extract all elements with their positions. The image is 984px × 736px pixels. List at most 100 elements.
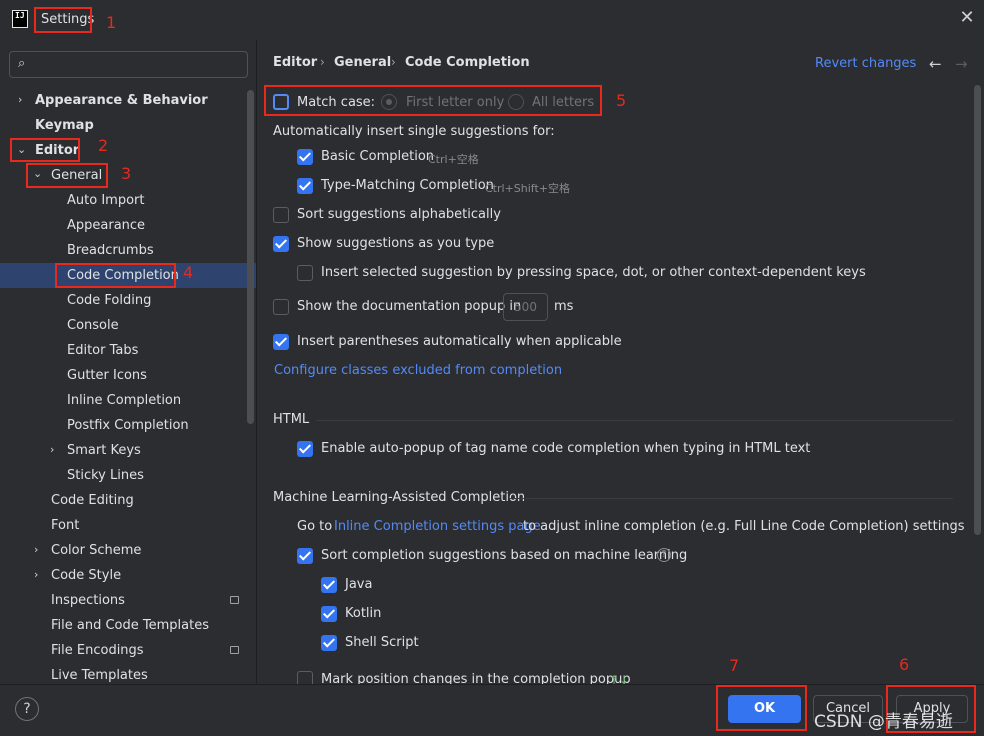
breadcrumb-general[interactable]: General xyxy=(334,55,391,70)
sidebar-item-label: File Encodings xyxy=(51,643,144,658)
forward-arrow-icon[interactable]: → xyxy=(955,55,968,73)
chevron-right-icon[interactable]: › xyxy=(50,443,54,456)
project-scope-icon xyxy=(230,646,239,654)
annotation-number-1: 1 xyxy=(106,13,117,32)
mark-position-label: Mark position changes in the completion … xyxy=(321,672,631,684)
annotation-number-7: 7 xyxy=(729,656,740,675)
sidebar-item-label: Appearance xyxy=(67,218,146,233)
sidebar-item-editor-tabs[interactable]: Editor Tabs xyxy=(67,338,138,363)
chevron-right-icon[interactable]: › xyxy=(34,543,38,556)
doc-popup-checkbox[interactable] xyxy=(273,299,289,315)
annotation-number-3: 3 xyxy=(121,164,132,183)
sidebar-item-console[interactable]: Console xyxy=(67,313,119,338)
java-checkbox[interactable] xyxy=(321,577,337,593)
sidebar-item-auto-import[interactable]: Auto Import xyxy=(67,188,144,213)
breadcrumb-editor[interactable]: Editor xyxy=(273,55,317,70)
sidebar-item-smart-keys[interactable]: Smart Keys xyxy=(67,438,141,463)
insert-parens-checkbox[interactable] xyxy=(273,334,289,350)
doc-popup-unit: ms xyxy=(554,299,574,314)
intellij-logo-icon: IJ xyxy=(12,10,28,28)
doc-popup-label: Show the documentation popup in xyxy=(297,299,522,314)
close-icon[interactable]: ✕ xyxy=(958,9,976,27)
sidebar-item-appearance[interactable]: Appearance xyxy=(67,213,145,238)
goto-prefix: Go to xyxy=(297,519,333,534)
sidebar-item-code-style[interactable]: Code Style xyxy=(51,563,121,588)
sidebar-item-appearance-behavior[interactable]: Appearance & Behavior xyxy=(35,88,208,113)
sort-ml-checkbox[interactable] xyxy=(297,548,313,564)
annotation-number-2: 2 xyxy=(98,136,109,155)
sidebar-item-sticky-lines[interactable]: Sticky Lines xyxy=(67,463,144,488)
configure-excluded-link[interactable]: Configure classes excluded from completi… xyxy=(274,363,562,378)
basic-completion-label: Basic Completion xyxy=(321,149,435,164)
sidebar-item-code-folding[interactable]: Code Folding xyxy=(67,288,151,313)
help-icon[interactable]: ? xyxy=(657,548,671,562)
basic-completion-checkbox[interactable] xyxy=(297,149,313,165)
help-icon[interactable]: ? xyxy=(15,697,39,721)
sidebar-item-breadcrumbs[interactable]: Breadcrumbs xyxy=(67,238,154,263)
sort-alphabetically-checkbox[interactable] xyxy=(273,207,289,223)
back-arrow-icon[interactable]: ← xyxy=(929,55,942,73)
sidebar-item-label: Keymap xyxy=(35,118,94,133)
revert-changes-link[interactable]: Revert changes xyxy=(815,56,916,71)
inline-completion-settings-link[interactable]: Inline Completion settings page xyxy=(334,519,541,534)
sidebar-item-postfix-completion[interactable]: Postfix Completion xyxy=(67,413,189,438)
html-section-title: HTML xyxy=(273,412,310,427)
sidebar-item-label: Font xyxy=(51,518,80,533)
chevron-right-icon[interactable]: › xyxy=(18,93,22,106)
insert-parens-label: Insert parentheses automatically when ap… xyxy=(297,334,622,349)
auto-insert-heading: Automatically insert single suggestions … xyxy=(273,124,555,139)
html-auto-popup-checkbox[interactable] xyxy=(297,441,313,457)
sidebar-item-label: File and Code Templates xyxy=(51,618,209,633)
basic-completion-shortcut: Ctrl+空格 xyxy=(428,153,479,166)
annotation-number-6: 6 xyxy=(899,655,910,674)
divider xyxy=(316,420,953,421)
content-scrollbar[interactable] xyxy=(974,85,981,535)
sidebar-item-label: Editor Tabs xyxy=(67,343,139,358)
sidebar-item-file-encodings[interactable]: File Encodings xyxy=(51,638,144,663)
type-matching-label: Type-Matching Completion xyxy=(321,178,494,193)
sidebar-item-label: Postfix Completion xyxy=(67,418,189,433)
sidebar-item-label: Console xyxy=(67,318,119,333)
java-label: Java xyxy=(345,577,373,592)
kotlin-checkbox[interactable] xyxy=(321,606,337,622)
sidebar-item-label: Color Scheme xyxy=(51,543,142,558)
sidebar-item-file-code-templates[interactable]: File and Code Templates xyxy=(51,613,209,638)
sidebar-item-label: Code Editing xyxy=(51,493,134,508)
breadcrumb-separator-icon: › xyxy=(320,55,325,69)
type-matching-checkbox[interactable] xyxy=(297,178,313,194)
html-auto-popup-label: Enable auto-popup of tag name code compl… xyxy=(321,441,811,456)
sidebar-item-label: Breadcrumbs xyxy=(67,243,154,258)
show-as-type-label: Show suggestions as you type xyxy=(297,236,495,251)
shell-script-checkbox[interactable] xyxy=(321,635,337,651)
sidebar-item-label: Code Style xyxy=(51,568,122,583)
sidebar-item-color-scheme[interactable]: Color Scheme xyxy=(51,538,141,563)
sidebar-item-label: Sticky Lines xyxy=(67,468,144,483)
sidebar-item-label: Live Templates xyxy=(51,668,148,683)
sort-ml-label: Sort completion suggestions based on mac… xyxy=(321,548,688,563)
breadcrumb-separator-icon: › xyxy=(391,55,396,69)
sidebar-scrollbar[interactable] xyxy=(247,90,254,424)
chevron-right-icon[interactable]: › xyxy=(34,568,38,581)
sidebar-item-gutter-icons[interactable]: Gutter Icons xyxy=(67,363,147,388)
annotation-box-1 xyxy=(34,7,92,33)
show-as-type-checkbox[interactable] xyxy=(273,236,289,252)
project-scope-icon xyxy=(230,596,239,604)
search-input[interactable] xyxy=(9,51,248,78)
annotation-box-7 xyxy=(716,685,807,731)
doc-popup-delay-input[interactable]: 500 xyxy=(503,293,548,321)
sidebar-item-label: Inline Completion xyxy=(67,393,182,408)
annotation-box-3 xyxy=(26,163,108,188)
sidebar-item-inspections[interactable]: Inspections xyxy=(51,588,125,613)
csdn-watermark: CSDN @青春易逝 xyxy=(814,712,953,732)
insert-selected-checkbox[interactable] xyxy=(297,265,313,281)
position-change-icon: ↑↓ xyxy=(609,673,630,684)
sidebar-item-font[interactable]: Font xyxy=(51,513,79,538)
sidebar-item-inline-completion[interactable]: Inline Completion xyxy=(67,388,181,413)
annotation-number-4: 4 xyxy=(183,263,194,282)
sidebar-item-label: Smart Keys xyxy=(67,443,141,458)
sidebar-item-keymap[interactable]: Keymap xyxy=(35,113,94,138)
sidebar-item-label: Gutter Icons xyxy=(67,368,147,383)
goto-suffix: to adjust inline completion (e.g. Full L… xyxy=(523,519,965,534)
sort-alphabetically-label: Sort suggestions alphabetically xyxy=(297,207,501,222)
sidebar-item-code-editing[interactable]: Code Editing xyxy=(51,488,134,513)
